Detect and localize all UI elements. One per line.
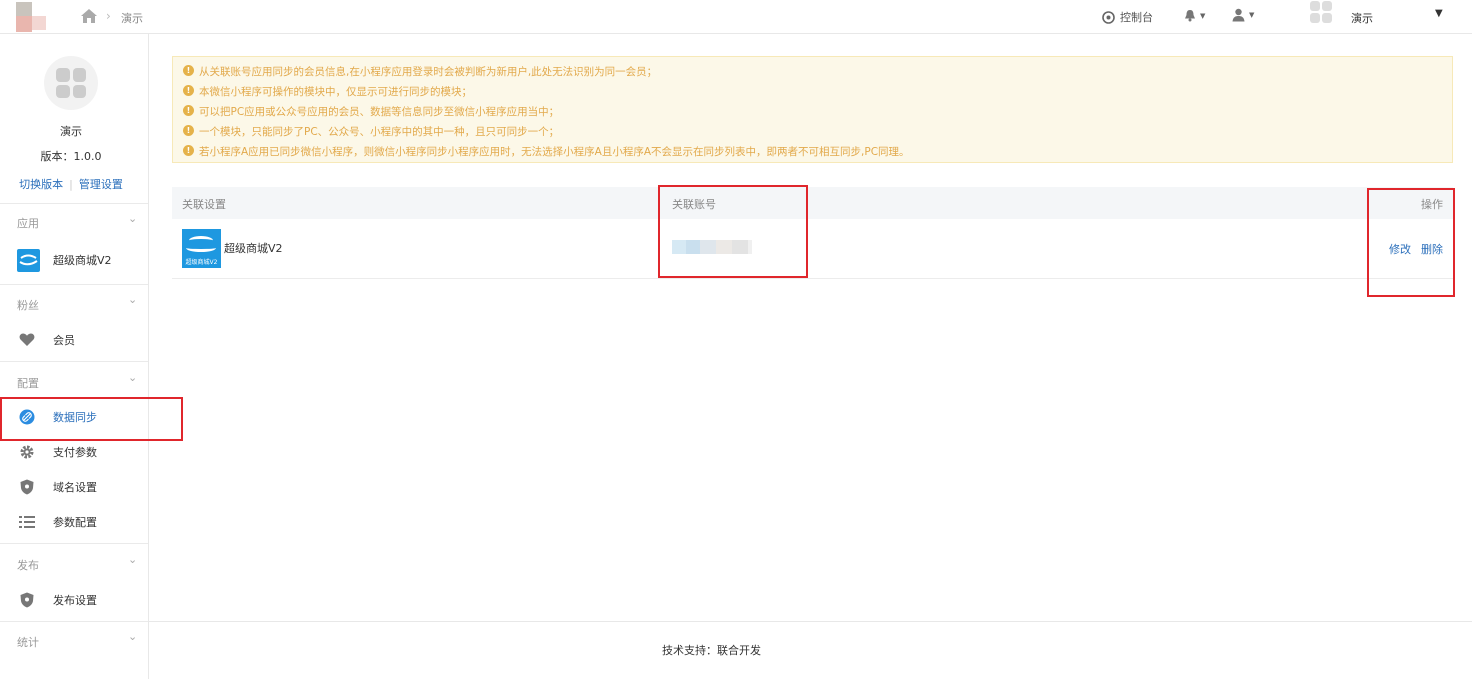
sidebar-item-members[interactable]: 会员 [0, 325, 148, 355]
sidebar-item-label: 超级商城V2 [53, 254, 112, 267]
section-title-app[interactable]: 应用 [17, 215, 39, 231]
chevron-down-icon[interactable]: ⌄ [128, 293, 137, 306]
section-stats [0, 621, 148, 622]
app-avatar [44, 56, 98, 110]
shield-icon [19, 479, 35, 495]
sidebar-item-label: 会员 [53, 334, 75, 347]
section-title-config[interactable]: 配置 [17, 375, 39, 391]
app-version: 版本：1.0.0 [40, 150, 102, 163]
sidebar-item-domain-settings[interactable]: 域名设置 [0, 472, 148, 502]
notice-line: ! 本微信小程序可操作的模块中，仅显示可进行同步的模块； [183, 84, 472, 99]
footer: 技术支持：联合开发 [149, 621, 1472, 679]
section-config [0, 361, 148, 362]
dashboard-icon [1102, 10, 1115, 24]
user-icon [1232, 8, 1245, 22]
app-name: 演示 [60, 125, 82, 138]
module-logo: 超级商城V2 [182, 229, 221, 268]
table-row: 超级商城V2 超级商城V2 修改 删除 [172, 219, 1453, 279]
notice-line: ! 从关联账号应用同步的会员信息,在小程序应用登录时会被判断为新用户,此处无法识别… [183, 64, 657, 79]
breadcrumb-separator: › [106, 9, 111, 23]
chevron-down-icon[interactable]: ⌄ [128, 212, 137, 225]
account-avatar-icon [1310, 1, 1332, 23]
switch-version-link[interactable]: 切换版本 [19, 178, 63, 191]
highlight-box [0, 397, 183, 441]
breadcrumb-current[interactable]: 演示 [121, 10, 143, 26]
account-name[interactable]: 演示 [1351, 10, 1373, 26]
warning-icon: ! [183, 145, 194, 156]
list-icon [19, 514, 35, 530]
sidebar: 演示 版本：1.0.0 切换版本 | 管理设置 应用 ⌄ 超级商城V2 粉丝 ⌄ 会… [0, 34, 149, 679]
sidebar-item-label: 域名设置 [53, 481, 97, 494]
gear-icon [19, 444, 35, 460]
section-title-fans[interactable]: 粉丝 [17, 297, 39, 313]
manage-settings-link[interactable]: 管理设置 [79, 178, 123, 191]
bell-icon [1185, 10, 1195, 22]
home-icon[interactable] [80, 8, 98, 24]
highlight-box [1367, 188, 1455, 297]
account-dropdown-icon[interactable]: ▼ [1435, 8, 1443, 19]
column-header-settings: 关联设置 [182, 198, 226, 211]
chevron-down-icon[interactable]: ⌄ [128, 553, 137, 566]
module-name: 超级商城V2 [224, 242, 283, 255]
notice-line: ! 一个模块，只能同步了PC、公众号、小程序中的其中一种，且只可同步一个； [183, 124, 559, 139]
chevron-down-icon: ▼ [1249, 11, 1255, 19]
chevron-down-icon[interactable]: ⌄ [128, 371, 137, 384]
console-label: 控制台 [1120, 11, 1153, 24]
shield-icon [19, 592, 35, 608]
sidebar-item-param-config[interactable]: 参数配置 [0, 507, 148, 537]
section-title-publish[interactable]: 发布 [17, 557, 39, 573]
section-publish [0, 543, 148, 544]
console-button[interactable]: 控制台 [1102, 9, 1153, 25]
sidebar-item-payment-params[interactable]: 支付参数 [0, 437, 148, 467]
top-bar: › 演示 控制台 ▼ ▼ 演示 ▼ [0, 0, 1472, 34]
section-fans [0, 284, 148, 285]
notice-panel: ! 从关联账号应用同步的会员信息,在小程序应用登录时会被判断为新用户,此处无法识别… [172, 56, 1453, 163]
warning-icon: ! [183, 85, 194, 96]
sidebar-item-publish-settings[interactable]: 发布设置 [0, 585, 148, 615]
warning-icon: ! [183, 105, 194, 116]
sidebar-item-super-mall[interactable]: 超级商城V2 [0, 245, 148, 275]
app-logo-icon [17, 248, 40, 272]
sidebar-item-label: 参数配置 [53, 516, 97, 529]
user-menu-button[interactable]: ▼ [1232, 8, 1254, 22]
app-links: 切换版本 | 管理设置 [19, 178, 123, 191]
logo[interactable] [14, 2, 52, 32]
warning-icon: ! [183, 125, 194, 136]
footer-text: 技术支持：联合开发 [662, 644, 761, 657]
table-header: 关联设置 关联账号 操作 [172, 187, 1453, 219]
heart-icon [19, 332, 35, 348]
notifications-button[interactable]: ▼ [1184, 9, 1205, 22]
sidebar-item-label: 发布设置 [53, 594, 97, 607]
notice-line: ! 若小程序A应用已同步微信小程序，则微信小程序同步小程序应用时，无法选择小程序A… [183, 144, 910, 159]
section-app [0, 203, 148, 204]
highlight-box [658, 185, 808, 278]
notice-line: ! 可以把PC应用或公众号应用的会员、数据等信息同步至微信小程序应用当中； [183, 104, 559, 119]
sidebar-item-label: 支付参数 [53, 446, 97, 459]
warning-icon: ! [183, 65, 194, 76]
chevron-down-icon: ▼ [1200, 11, 1206, 20]
